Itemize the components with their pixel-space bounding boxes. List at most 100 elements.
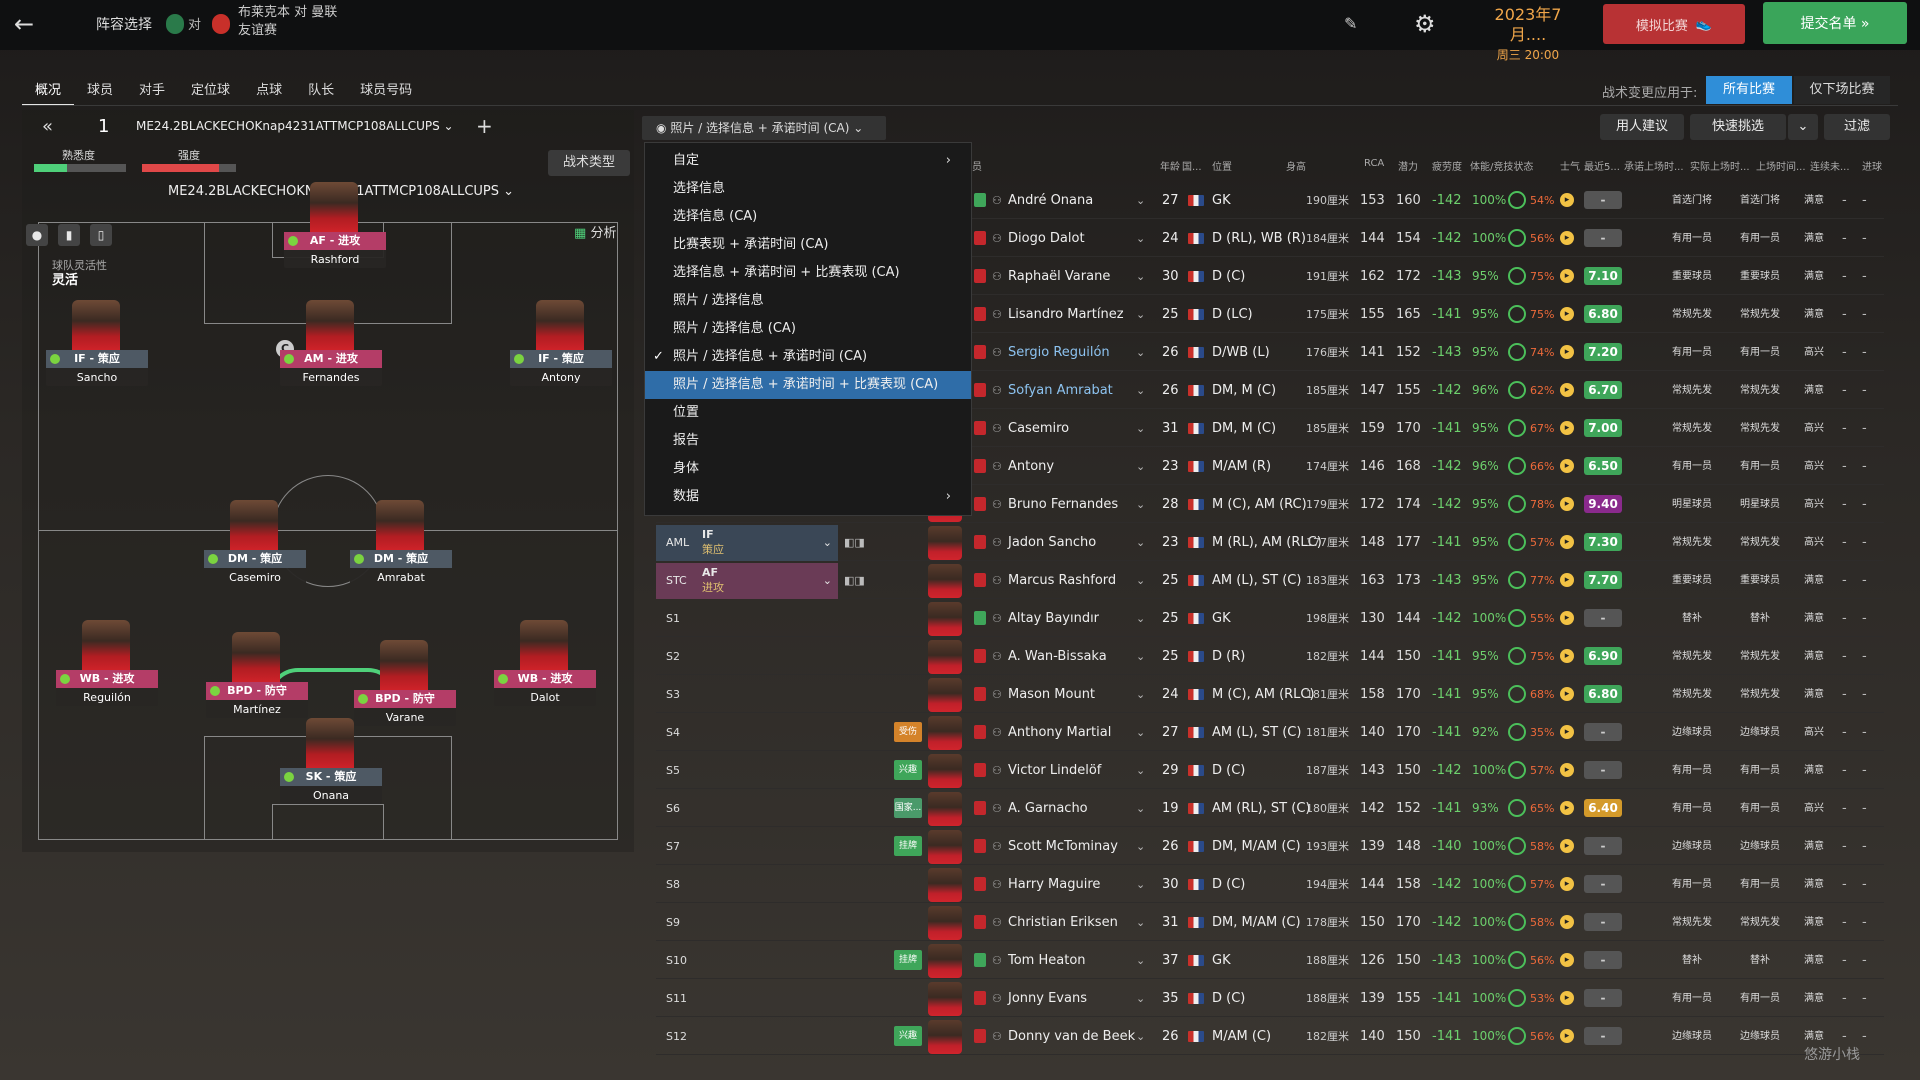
- player-photo[interactable]: [520, 620, 568, 672]
- col-rating[interactable]: 最近5...: [1584, 158, 1620, 173]
- chevron-down-icon[interactable]: ⌄: [1136, 220, 1145, 257]
- player-name[interactable]: Marcus Rashford: [1008, 562, 1116, 599]
- table-row[interactable]: STC AF 进攻 ⌄ ◧◨ ⚇ Marcus Rashford ⌄ 25 AM (L), ST …: [656, 562, 1884, 599]
- menu-item-5[interactable]: 照片 / 选择信息: [645, 287, 971, 315]
- menu-item-12[interactable]: 数据 ›: [645, 483, 971, 511]
- add-tactic-icon[interactable]: +: [476, 114, 493, 138]
- player-name[interactable]: Diogo Dalot: [1008, 220, 1085, 257]
- player-name[interactable]: Antony: [1008, 448, 1054, 485]
- tab-6[interactable]: 球员号码: [347, 80, 425, 106]
- chevron-down-icon[interactable]: ⌄: [1136, 866, 1145, 903]
- chevron-down-icon[interactable]: ⌄: [1136, 752, 1145, 789]
- col-condition[interactable]: 疲劳度: [1432, 158, 1462, 173]
- player-name[interactable]: André Onana: [1008, 182, 1093, 219]
- pitch-player-card[interactable]: WB - 进攻 Dalot: [494, 670, 596, 706]
- player-avatar[interactable]: [928, 868, 962, 902]
- menu-item-6[interactable]: 照片 / 选择信息 (CA): [645, 315, 971, 343]
- chevron-down-icon[interactable]: ⌄: [1136, 448, 1145, 485]
- table-row[interactable]: S7 挂牌 ⚇ Scott McTominay ⌄ 26 DM, M/AM (C) 193厘米…: [656, 828, 1884, 865]
- chevron-down-icon[interactable]: ⌄: [1136, 296, 1145, 333]
- col-name[interactable]: 员: [972, 158, 982, 173]
- player-name[interactable]: Jonny Evans: [1008, 980, 1087, 1017]
- tab-2[interactable]: 对手: [126, 80, 178, 106]
- col-morale[interactable]: 士气: [1560, 158, 1580, 173]
- pitch-player-card[interactable]: DM - 策应 Amrabat: [350, 550, 452, 586]
- player-avatar[interactable]: [928, 678, 962, 712]
- table-row[interactable]: AML IF 策应 ⌄ ◧◨ ⚇ Jadon Sancho ⌄ 23 M (RL), AM (RL…: [656, 524, 1884, 561]
- menu-item-0[interactable]: 自定 ›: [645, 147, 971, 175]
- view-selector[interactable]: ◉ 照片 / 选择信息 + 承诺时间 (CA) ⌄: [642, 116, 886, 140]
- next-match-button[interactable]: 仅下场比赛: [1794, 76, 1890, 104]
- player-name[interactable]: Casemiro: [1008, 410, 1069, 447]
- col-consecutive[interactable]: 连续未...: [1810, 158, 1850, 173]
- col-fitness[interactable]: 体能/竞技状态: [1470, 158, 1533, 173]
- pitch-player-card[interactable]: IF - 策应 Sancho: [46, 350, 148, 386]
- menu-item-7[interactable]: ✓ 照片 / 选择信息 + 承诺时间 (CA): [645, 343, 971, 371]
- player-name[interactable]: A. Garnacho: [1008, 790, 1088, 827]
- table-row[interactable]: S5 兴趣 ⚇ Victor Lindelöf ⌄ 29 D (C) 187厘米 143 150-…: [656, 752, 1884, 789]
- col-position[interactable]: 位置: [1212, 158, 1232, 173]
- recommend-button[interactable]: 用人建议: [1600, 114, 1684, 140]
- menu-item-11[interactable]: 身体: [645, 455, 971, 483]
- tab-3[interactable]: 定位球: [178, 80, 243, 106]
- simulate-match-button[interactable]: 模拟比赛 👟: [1603, 4, 1745, 44]
- player-name[interactable]: Sergio Reguilón: [1008, 334, 1110, 371]
- table-row[interactable]: S6 国家... ⚇ A. Garnacho ⌄ 19 AM (RL), ST (C) 180…: [656, 790, 1884, 827]
- chevron-down-icon[interactable]: ⌄: [1136, 828, 1145, 865]
- player-name[interactable]: Donny van de Beek: [1008, 1018, 1135, 1055]
- menu-item-3[interactable]: 比赛表现 + 承诺时间 (CA): [645, 231, 971, 259]
- player-photo[interactable]: [310, 182, 358, 234]
- col-rca[interactable]: RCA: [1364, 158, 1384, 169]
- chevron-down-icon[interactable]: ⌄: [1136, 1018, 1145, 1055]
- chevron-down-icon[interactable]: ⌄: [1136, 258, 1145, 295]
- col-height[interactable]: 身高: [1286, 158, 1306, 173]
- tab-4[interactable]: 点球: [243, 80, 295, 106]
- pitch-player-card[interactable]: AF - 进攻 Rashford: [284, 232, 386, 268]
- player-name[interactable]: Altay Bayındır: [1008, 600, 1099, 637]
- tactic-slot-number[interactable]: 1: [98, 116, 109, 137]
- chevron-down-icon[interactable]: ⌄: [1136, 410, 1145, 447]
- filter-button[interactable]: 过滤: [1824, 114, 1890, 140]
- player-avatar[interactable]: [928, 526, 962, 560]
- tab-1[interactable]: 球员: [74, 80, 126, 106]
- player-photo[interactable]: [376, 500, 424, 552]
- player-name[interactable]: Harry Maguire: [1008, 866, 1100, 903]
- submit-lineup-button[interactable]: 提交名单 »: [1763, 2, 1907, 44]
- date-display[interactable]: 2023年7月.... 周三 20:00: [1478, 5, 1578, 65]
- menu-item-1[interactable]: 选择信息: [645, 175, 971, 203]
- player-avatar[interactable]: [928, 792, 962, 826]
- menu-item-10[interactable]: 报告: [645, 427, 971, 455]
- player-photo[interactable]: [536, 300, 584, 352]
- player-avatar[interactable]: [928, 716, 962, 750]
- pitch-player-card[interactable]: DM - 策应 Casemiro: [204, 550, 306, 586]
- chevron-down-icon[interactable]: ⌄: [1136, 372, 1145, 409]
- player-photo[interactable]: [306, 300, 354, 352]
- col-promised-time[interactable]: 承诺上场时...: [1624, 158, 1684, 173]
- analysis-button[interactable]: ▦ 分析: [574, 222, 616, 241]
- slot-role-box[interactable]: AML IF 策应 ⌄: [656, 525, 838, 561]
- all-matches-button[interactable]: 所有比赛: [1706, 76, 1792, 104]
- player-name[interactable]: Raphaël Varane: [1008, 258, 1110, 295]
- menu-item-9[interactable]: 位置: [645, 399, 971, 427]
- player-name[interactable]: A. Wan-Bissaka: [1008, 638, 1107, 675]
- col-time-status[interactable]: 上场时间...: [1756, 158, 1806, 173]
- player-photo[interactable]: [232, 632, 280, 684]
- player-avatar[interactable]: [928, 564, 962, 598]
- col-age[interactable]: 年龄: [1160, 158, 1180, 173]
- chevron-down-icon[interactable]: ⌄: [1136, 942, 1145, 979]
- chevron-down-icon[interactable]: ⌄: [1136, 790, 1145, 827]
- player-name[interactable]: Mason Mount: [1008, 676, 1095, 713]
- chevron-down-icon[interactable]: ⌄: [1136, 980, 1145, 1017]
- table-row[interactable]: S4 受伤 ⚇ Anthony Martial ⌄ 27 AM (L), ST (C) 181…: [656, 714, 1884, 751]
- player-avatar[interactable]: [928, 602, 962, 636]
- table-row[interactable]: S8 ⚇ Harry Maguire ⌄ 30 D (C) 194厘米 144 158 -142 1…: [656, 866, 1884, 903]
- pitch-player-card[interactable]: BPD - 防守 Martínez: [206, 682, 308, 718]
- table-row[interactable]: S11 ⚇ Jonny Evans ⌄ 35 D (C) 188厘米 139 155 -141 10…: [656, 980, 1884, 1017]
- pitch-player-card[interactable]: AM - 进攻 Fernandes: [280, 350, 382, 386]
- player-photo[interactable]: [72, 300, 120, 352]
- quick-pick-chevron-icon[interactable]: ⌄: [1788, 114, 1818, 140]
- player-photo[interactable]: [82, 620, 130, 672]
- table-row[interactable]: S3 ⚇ Mason Mount ⌄ 24 M (C), AM (RLC) 181厘米 158…: [656, 676, 1884, 713]
- player-name[interactable]: Anthony Martial: [1008, 714, 1111, 751]
- chevron-down-icon[interactable]: ⌄: [1136, 676, 1145, 713]
